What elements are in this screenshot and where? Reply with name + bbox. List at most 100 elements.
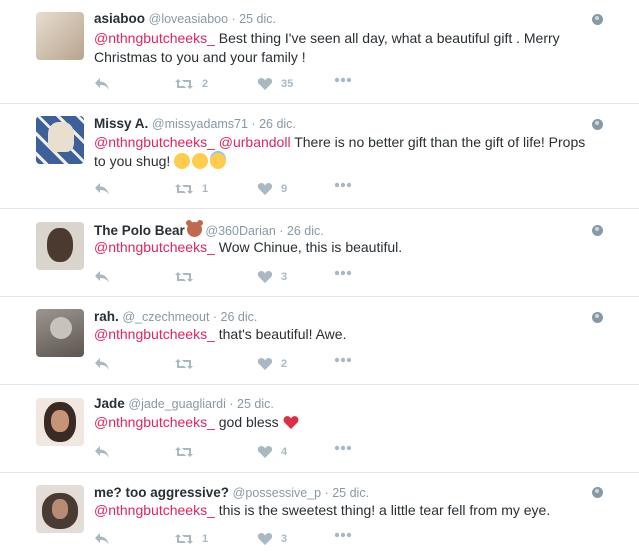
- more-icon: [334, 270, 352, 276]
- like-count: 4: [281, 446, 288, 458]
- more-icon: [334, 357, 352, 363]
- mention-link[interactable]: @nthngbutcheeks_: [94, 134, 215, 150]
- like-icon: [257, 77, 273, 90]
- retweet-icon: [175, 534, 193, 544]
- retweet-button[interactable]: 1: [174, 532, 208, 546]
- like-icon: [257, 270, 273, 283]
- globe-icon: [592, 14, 603, 25]
- user-handle-date[interactable]: @loveasiaboo · 25 dic.: [149, 12, 276, 26]
- mention-link[interactable]: @nthngbutcheeks_: [94, 239, 215, 255]
- like-icon: [257, 445, 273, 458]
- retweet-icon: [175, 272, 193, 282]
- tweet-text: @nthngbutcheeks_ @urbandoll There is no …: [94, 134, 586, 169]
- reply-icon: [95, 78, 109, 90]
- user-handle-date[interactable]: @_czechmeout · 26 dic.: [122, 310, 257, 324]
- retweet-count: 1: [202, 533, 209, 545]
- bear-emoji: [185, 220, 203, 237]
- retweet-button[interactable]: [174, 357, 202, 371]
- tweet-1: asiaboo @loveasiaboo · 25 dic. @nthngbut…: [0, 0, 639, 104]
- globe-icon: [592, 119, 603, 130]
- more-icon: [334, 77, 352, 83]
- user-handle-date[interactable]: @jade_guagliardi · 25 dic.: [128, 397, 273, 411]
- user-handle-date[interactable]: @360Darian · 26 dic.: [205, 224, 323, 238]
- reply-button[interactable]: [94, 182, 110, 196]
- retweet-icon: [175, 184, 193, 194]
- tweet-3: The Polo Bear @360Darian · 26 dic. @nthn…: [0, 209, 639, 297]
- relieved-face-emoji: [174, 153, 191, 169]
- more-button[interactable]: [334, 77, 352, 83]
- user-handle-date[interactable]: @missyadams71 · 26 dic.: [152, 117, 296, 131]
- like-button[interactable]: 2: [257, 357, 287, 371]
- globe-icon: [592, 312, 603, 323]
- avatar[interactable]: [36, 398, 84, 446]
- reply-icon: [95, 533, 109, 545]
- user-name[interactable]: Missy A.: [94, 116, 148, 131]
- red-heart-emoji: [283, 416, 299, 429]
- user-name[interactable]: me? too aggressive?: [94, 485, 229, 500]
- like-button[interactable]: 9: [257, 182, 287, 196]
- mention-link-2[interactable]: @urbandoll: [219, 134, 291, 150]
- reply-button[interactable]: [94, 357, 110, 371]
- more-button[interactable]: [334, 532, 352, 538]
- tweet-5: Jade @jade_guagliardi · 25 dic. @nthngbu…: [0, 385, 639, 473]
- more-button[interactable]: [334, 445, 352, 451]
- like-button[interactable]: 35: [257, 77, 293, 91]
- user-name[interactable]: rah.: [94, 309, 119, 324]
- user-name[interactable]: asiaboo: [94, 11, 145, 26]
- like-button[interactable]: 4: [257, 445, 287, 459]
- reply-button[interactable]: [94, 445, 110, 459]
- like-icon: [257, 357, 273, 370]
- retweet-button[interactable]: 2: [174, 77, 208, 91]
- tweet-text: @nthngbutcheeks_ that's beautiful! Awe.: [94, 326, 347, 342]
- reply-icon: [95, 271, 109, 283]
- avatar[interactable]: [36, 222, 84, 270]
- user-name[interactable]: Jade: [94, 396, 125, 411]
- tweet-6: me? too aggressive? @possessive_p · 25 d…: [0, 473, 639, 559]
- reply-button[interactable]: [94, 77, 110, 91]
- user-handle-date[interactable]: @possessive_p · 25 dic.: [233, 486, 369, 500]
- retweet-button[interactable]: [174, 270, 202, 284]
- retweet-count: 2: [202, 78, 209, 90]
- more-icon: [334, 445, 352, 451]
- tweet-text: @nthngbutcheeks_ god bless: [94, 413, 599, 432]
- tweet-text: @nthngbutcheeks_ this is the sweetest th…: [94, 502, 551, 518]
- tweet-text: @nthngbutcheeks_ Best thing I've seen al…: [94, 30, 560, 65]
- mention-link[interactable]: @nthngbutcheeks_: [94, 414, 215, 430]
- mention-link[interactable]: @nthngbutcheeks_: [94, 30, 215, 46]
- tweet-4: rah. @_czechmeout · 26 dic. @nthngbutche…: [0, 297, 639, 385]
- retweet-icon: [175, 359, 193, 369]
- smiling-halo-face-emoji: [210, 153, 227, 169]
- retweet-icon: [175, 447, 193, 457]
- like-count: 35: [281, 78, 294, 90]
- user-name[interactable]: The Polo Bear: [94, 223, 185, 238]
- like-button[interactable]: 3: [257, 270, 287, 284]
- retweet-count: 1: [202, 183, 209, 195]
- more-icon: [334, 182, 352, 188]
- globe-icon: [592, 487, 603, 498]
- reply-icon: [95, 358, 109, 370]
- like-icon: [257, 182, 273, 195]
- more-button[interactable]: [334, 182, 352, 188]
- tweet-2: Missy A. @missyadams71 · 26 dic. @nthngb…: [0, 104, 639, 209]
- reply-button[interactable]: [94, 270, 110, 284]
- like-count: 9: [281, 183, 288, 195]
- like-count: 2: [281, 358, 288, 370]
- avatar[interactable]: [36, 309, 84, 357]
- mention-link[interactable]: @nthngbutcheeks_: [94, 502, 215, 518]
- avatar[interactable]: [36, 485, 84, 533]
- like-button[interactable]: 3: [257, 532, 287, 546]
- mention-link[interactable]: @nthngbutcheeks_: [94, 326, 215, 342]
- more-button[interactable]: [334, 270, 352, 276]
- reply-icon: [95, 446, 109, 458]
- like-icon: [257, 532, 273, 545]
- retweet-button[interactable]: 1: [174, 182, 208, 196]
- winking-kiss-face-emoji: [192, 153, 209, 169]
- more-button[interactable]: [334, 357, 352, 363]
- retweet-button[interactable]: [174, 445, 202, 459]
- retweet-icon: [175, 79, 193, 89]
- like-count: 3: [281, 271, 288, 283]
- like-count: 3: [281, 533, 288, 545]
- avatar[interactable]: [36, 116, 84, 164]
- avatar[interactable]: [36, 12, 84, 60]
- reply-button[interactable]: [94, 532, 110, 546]
